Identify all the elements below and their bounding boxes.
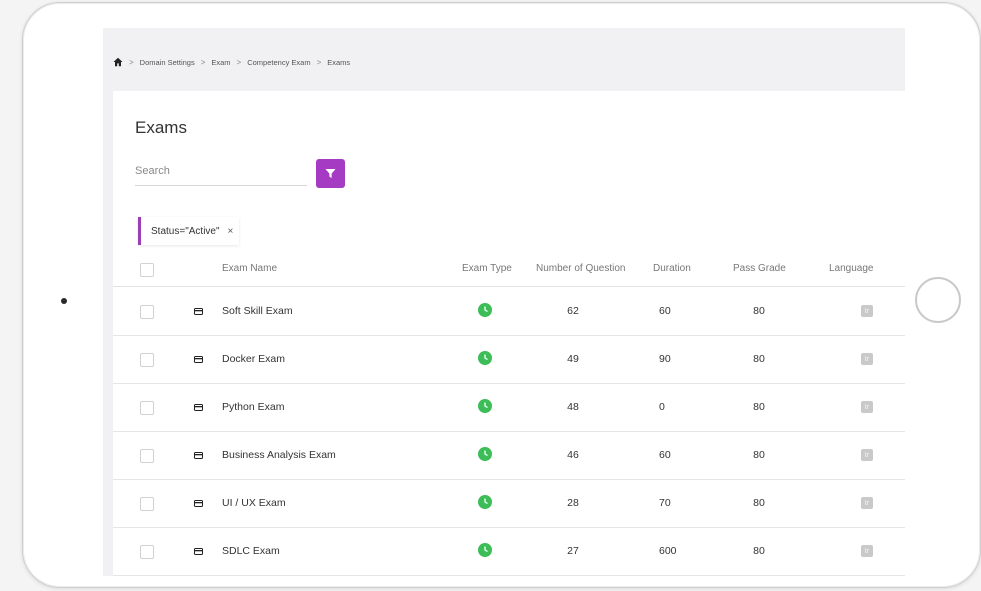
- status-filter-chip: Status="Active" ×: [138, 217, 240, 245]
- exam-card-icon: [194, 452, 203, 459]
- exam-card-icon: [194, 308, 203, 315]
- number-of-question: 28: [567, 497, 579, 509]
- number-of-question: 46: [567, 449, 579, 461]
- breadcrumb-separator: >: [316, 57, 322, 67]
- filter-chip-label: Status="Active": [151, 225, 220, 237]
- duration: 90: [659, 353, 671, 365]
- pass-grade: 80: [753, 449, 765, 461]
- breadcrumb-exams: Exams: [327, 57, 351, 67]
- column-pass-grade[interactable]: Pass Grade: [733, 263, 786, 274]
- breadcrumb-separator: >: [200, 57, 206, 67]
- exam-name[interactable]: Soft Skill Exam: [222, 305, 293, 317]
- breadcrumb-exam[interactable]: Exam: [211, 58, 230, 67]
- table-row[interactable]: Soft Skill Exam 62 60 80 tr: [113, 287, 905, 336]
- duration: 0: [659, 401, 665, 413]
- filter-icon: [325, 169, 336, 178]
- row-checkbox[interactable]: [140, 449, 154, 463]
- remove-filter-icon[interactable]: ×: [228, 226, 234, 237]
- row-checkbox[interactable]: [140, 401, 154, 415]
- duration: 600: [659, 545, 677, 557]
- exam-type-icon: [478, 447, 492, 461]
- language-flag-icon: tr: [861, 401, 873, 413]
- pass-grade: 80: [753, 401, 765, 413]
- pass-grade: 80: [753, 545, 765, 557]
- table-row[interactable]: UI / UX Exam 28 70 80 tr: [113, 479, 905, 528]
- column-number-of-question[interactable]: Number of Question: [536, 263, 626, 274]
- search-field: [135, 158, 307, 186]
- language-flag-icon: tr: [861, 305, 873, 317]
- column-exam-name[interactable]: Exam Name: [222, 263, 277, 274]
- number-of-question: 27: [567, 545, 579, 557]
- number-of-question: 49: [567, 353, 579, 365]
- exams-panel: Exams Status="Active" × Exam Name Exam T…: [113, 91, 905, 576]
- pass-grade: 80: [753, 353, 765, 365]
- page-title: Exams: [135, 118, 187, 137]
- duration: 60: [659, 305, 671, 317]
- exam-name[interactable]: UI / UX Exam: [222, 497, 286, 509]
- exam-type-icon: [478, 303, 492, 317]
- select-all-checkbox[interactable]: [140, 263, 154, 277]
- exam-card-icon: [194, 404, 203, 411]
- number-of-question: 48: [567, 401, 579, 413]
- breadcrumb: > Domain Settings > Exam > Competency Ex…: [113, 54, 350, 70]
- column-exam-type[interactable]: Exam Type: [462, 263, 512, 274]
- exam-name[interactable]: SDLC Exam: [222, 545, 280, 557]
- exam-name[interactable]: Business Analysis Exam: [222, 449, 336, 461]
- language-flag-icon: tr: [861, 353, 873, 365]
- exam-name[interactable]: Python Exam: [222, 401, 284, 413]
- number-of-question: 62: [567, 305, 579, 317]
- column-language[interactable]: Language: [829, 263, 874, 274]
- exam-card-icon: [194, 548, 203, 555]
- language-flag-icon: tr: [861, 497, 873, 509]
- column-duration[interactable]: Duration: [653, 263, 691, 274]
- app-screen: > Domain Settings > Exam > Competency Ex…: [103, 28, 905, 576]
- table-row[interactable]: SDLC Exam 27 600 80 tr: [113, 527, 905, 576]
- exam-type-icon: [478, 399, 492, 413]
- tablet-home-button: [915, 277, 961, 323]
- pass-grade: 80: [753, 305, 765, 317]
- duration: 60: [659, 449, 671, 461]
- table-row[interactable]: Business Analysis Exam 46 60 80 tr: [113, 431, 905, 480]
- filter-button[interactable]: [316, 159, 345, 188]
- table-row[interactable]: Python Exam 48 0 80 tr: [113, 383, 905, 432]
- language-flag-icon: tr: [861, 449, 873, 461]
- breadcrumb-domain-settings[interactable]: Domain Settings: [140, 58, 195, 67]
- exam-type-icon: [478, 351, 492, 365]
- pass-grade: 80: [753, 497, 765, 509]
- tablet-camera: [61, 298, 67, 304]
- exam-type-icon: [478, 543, 492, 557]
- language-flag-icon: tr: [861, 545, 873, 557]
- exam-card-icon: [194, 500, 203, 507]
- exam-type-icon: [478, 495, 492, 509]
- breadcrumb-competency-exam[interactable]: Competency Exam: [247, 58, 310, 67]
- row-checkbox[interactable]: [140, 353, 154, 367]
- table-header: Exam Name Exam Type Number of Question D…: [113, 254, 905, 287]
- breadcrumb-separator: >: [129, 57, 134, 67]
- home-icon[interactable]: [113, 57, 123, 67]
- row-checkbox[interactable]: [140, 545, 154, 559]
- row-checkbox[interactable]: [140, 497, 154, 511]
- breadcrumb-separator: >: [236, 57, 242, 67]
- table-row[interactable]: Docker Exam 49 90 80 tr: [113, 335, 905, 384]
- search-input[interactable]: [135, 158, 307, 184]
- row-checkbox[interactable]: [140, 305, 154, 319]
- exam-name[interactable]: Docker Exam: [222, 353, 285, 365]
- duration: 70: [659, 497, 671, 509]
- exam-card-icon: [194, 356, 203, 363]
